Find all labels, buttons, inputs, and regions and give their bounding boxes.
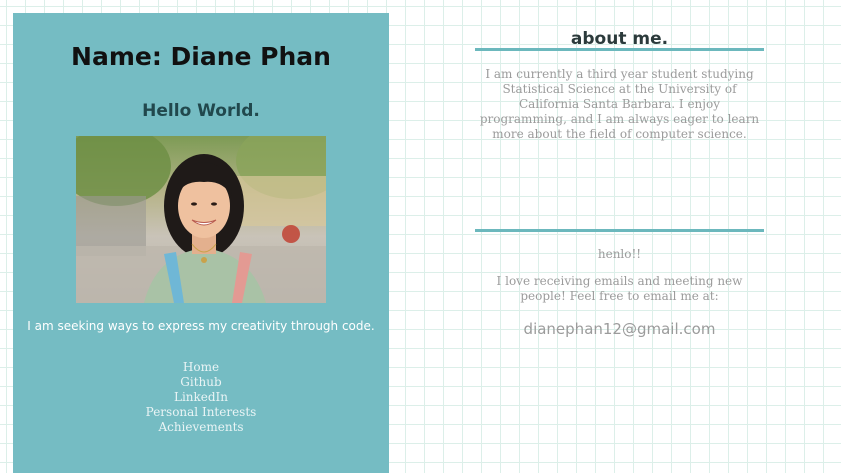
contact-text: I love receiving emails and meeting new … <box>496 274 743 303</box>
nav-link-achievements[interactable]: Achievements <box>158 420 243 434</box>
about-text: I am currently a third year student stud… <box>479 67 760 141</box>
nav-item-linkedin: LinkedIn <box>13 390 389 405</box>
nav-item-home: Home <box>13 360 389 375</box>
name-heading: Name: Diane Phan <box>71 42 331 71</box>
nav-link-linkedin[interactable]: LinkedIn <box>174 390 228 404</box>
nav-link-github[interactable]: Github <box>180 375 221 389</box>
nav-item-achievements: Achievements <box>13 420 389 435</box>
greeting-heading: Hello World. <box>142 101 260 121</box>
profile-photo <box>76 136 326 303</box>
about-title: about me. <box>570 29 669 49</box>
contact-divider <box>475 229 764 232</box>
email-address[interactable]: dianephan12@gmail.com <box>475 319 764 339</box>
nav-menu: Home Github LinkedIn Personal Interests … <box>13 360 389 435</box>
nav-link-home[interactable]: Home <box>183 360 219 374</box>
nav-link-personal-interests[interactable]: Personal Interests <box>146 405 257 419</box>
sidebar: Name: Diane Phan Hello World. I am seeki… <box>13 13 389 473</box>
nav-item-github: Github <box>13 375 389 390</box>
tagline: I am seeking ways to express my creativi… <box>27 319 375 333</box>
nav-item-personal-interests: Personal Interests <box>13 405 389 420</box>
contact-greeting: henlo!! <box>597 247 642 261</box>
about-divider <box>475 48 764 51</box>
